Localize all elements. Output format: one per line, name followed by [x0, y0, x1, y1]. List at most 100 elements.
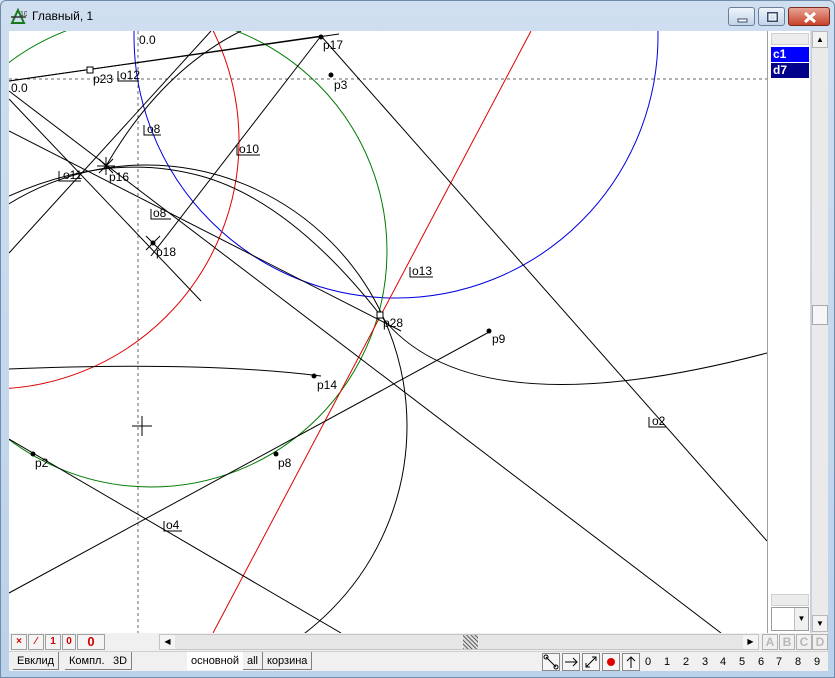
line-o10-a[interactable] [9, 31, 212, 254]
tab-euclid[interactable]: Евклид [13, 652, 60, 670]
minimize-button[interactable] [728, 7, 755, 26]
vertical-scrollbar[interactable]: ▲ ▼ [811, 31, 828, 633]
drawing-canvas[interactable]: 0.0 0.0 p17 p3 p23 o12 o8 o10 o11 p16 o8… [9, 31, 767, 633]
digit-4[interactable]: 4 [715, 654, 731, 670]
line-o8-b[interactable] [9, 98, 202, 302]
minimize-icon [737, 18, 748, 23]
label-p14: p14 [317, 378, 337, 392]
point-p9[interactable] [486, 328, 492, 334]
label-p18: p18 [156, 245, 176, 259]
digit-8[interactable]: 8 [790, 654, 806, 670]
origin-label-top: 0.0 [139, 33, 156, 47]
tool-point-button[interactable] [602, 653, 620, 671]
vertical-scroll-thumb[interactable] [812, 305, 828, 325]
close-button[interactable] [788, 7, 830, 26]
window-title: Главный, 1 [32, 9, 94, 23]
line-o12-b[interactable] [9, 35, 322, 82]
label-p17: p17 [323, 38, 343, 52]
tab-trash[interactable]: корзина [263, 652, 313, 670]
scroll-left-arrow-icon[interactable]: ◀ [160, 635, 175, 649]
red-line-o13[interactable] [212, 31, 532, 633]
label-p23: p23 [93, 72, 113, 86]
layer-button-d[interactable]: D [812, 634, 828, 650]
scroll-up-arrow-icon[interactable]: ▲ [812, 31, 828, 48]
digit-0[interactable]: 0 [640, 654, 656, 670]
label-o10: o10 [239, 142, 259, 156]
segment-icon [543, 654, 559, 670]
chevron-down-icon[interactable]: ▼ [794, 608, 808, 630]
object-item-c1[interactable]: c1 [771, 47, 809, 62]
point-p14[interactable] [311, 373, 317, 379]
label-o12: o12 [120, 68, 140, 82]
digit-2[interactable]: 2 [678, 654, 694, 670]
close-icon [803, 11, 817, 24]
tab-complex[interactable]: Компл. [65, 652, 110, 670]
list-scroll-up-button[interactable] [771, 33, 809, 45]
black-circle-large[interactable] [9, 164, 408, 633]
digit-7[interactable]: 7 [771, 654, 787, 670]
line-o2[interactable] [320, 35, 767, 542]
tab-all[interactable]: all [243, 652, 264, 670]
label-o13: o13 [412, 264, 432, 278]
red-point-icon [607, 658, 615, 666]
layer-button-c[interactable]: C [796, 634, 812, 650]
label-p8: p8 [278, 456, 292, 470]
mode-button-0[interactable]: 0 [62, 634, 76, 650]
maximize-icon [767, 12, 778, 22]
digit-6[interactable]: 6 [753, 654, 769, 670]
tool-ray-button[interactable] [562, 653, 580, 671]
line-o4-a[interactable] [9, 330, 492, 594]
digit-9[interactable]: 9 [809, 654, 825, 670]
digit-5[interactable]: 5 [734, 654, 750, 670]
scroll-right-arrow-icon[interactable]: ▶ [743, 635, 758, 649]
label-o4: o4 [166, 518, 180, 532]
tab-main[interactable]: основной [187, 652, 244, 670]
label-p9: p9 [492, 332, 506, 346]
svg-text:10: 10 [20, 11, 27, 18]
digit-3[interactable]: 3 [697, 654, 713, 670]
layer-button-b[interactable]: B [779, 634, 795, 650]
tab-bar: Евклид Компл. 3D основной all корзина 0 … [9, 651, 828, 671]
horizontal-scrollbar[interactable]: ◀ ▶ [159, 634, 759, 650]
red-circle[interactable] [9, 31, 240, 389]
points [30, 34, 492, 457]
tool-line-button[interactable] [582, 653, 600, 671]
line-icon [585, 656, 597, 668]
title-bar[interactable]: 10 Главный, 1 [1, 1, 834, 31]
label-o11: o11 [63, 168, 82, 182]
black-arc-p14[interactable] [9, 365, 322, 377]
tool-segment-button[interactable] [542, 653, 560, 671]
label-p2: p2 [35, 456, 49, 470]
blue-circle[interactable] [133, 31, 659, 299]
main-window: 10 Главный, 1 0.0 0.0 p17 p3 p23 o12 o8 … [0, 0, 835, 678]
mode-counter: 0 [77, 634, 105, 650]
object-labels: p17 p3 p23 o12 o8 o10 o11 p16 o8 p18 o13… [35, 38, 666, 532]
label-o2: o2 [652, 414, 666, 428]
tool-up-button[interactable] [622, 653, 640, 671]
mode-button-cross[interactable]: × [11, 634, 27, 650]
digit-1[interactable]: 1 [659, 654, 675, 670]
point-p3[interactable] [328, 72, 334, 78]
scroll-down-arrow-icon[interactable]: ▼ [812, 615, 828, 632]
origin-label-left: 0.0 [11, 81, 28, 95]
geometry-drawing[interactable]: 0.0 0.0 p17 p3 p23 o12 o8 o10 o11 p16 o8… [9, 31, 767, 633]
black-arc-o11[interactable] [9, 166, 767, 385]
mode-button-1[interactable]: 1 [45, 634, 61, 650]
object-item-d7[interactable]: d7 [771, 63, 809, 78]
maximize-button[interactable] [758, 7, 785, 26]
list-scroll-down-button[interactable] [771, 594, 809, 606]
label-p28: p28 [383, 316, 403, 330]
horizontal-scroll-thumb[interactable] [463, 635, 478, 649]
ray-icon [565, 657, 578, 667]
mode-button-slash[interactable]: ⁄ [28, 634, 44, 650]
tab-3d[interactable]: 3D [109, 652, 133, 670]
crosshair-cursor-icon [132, 416, 152, 436]
object-combo-box[interactable]: ▼ [771, 607, 809, 631]
label-p16: p16 [109, 170, 129, 184]
layer-button-a[interactable]: A [762, 634, 778, 650]
object-list-panel: c1 d7 ▼ [767, 31, 810, 633]
label-p3: p3 [334, 78, 348, 92]
label-o8a: o8 [147, 122, 161, 136]
geometry-app-icon: 10 [10, 8, 27, 24]
arrow-up-icon [626, 656, 636, 668]
